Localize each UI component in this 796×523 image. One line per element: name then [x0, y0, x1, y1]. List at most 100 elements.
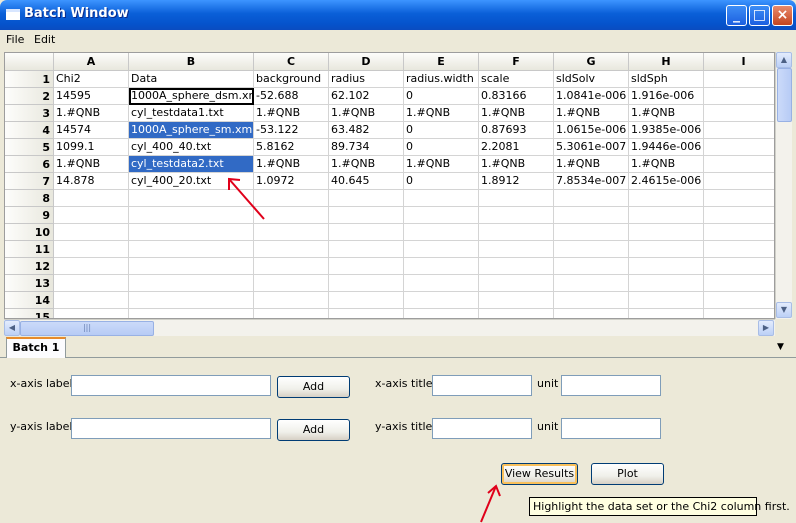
column-header-h[interactable]: H — [629, 53, 704, 71]
grid-cell-h5[interactable]: 1.9446e-006 — [629, 139, 704, 156]
grid-cell-b13[interactable] — [129, 275, 254, 292]
grid-cell-g5[interactable]: 5.3061e-007 — [554, 139, 629, 156]
row-header-10[interactable]: 10 — [5, 224, 54, 241]
row-header-2[interactable]: 2 — [5, 88, 54, 105]
grid-cell-h3[interactable]: 1.#QNB — [629, 105, 704, 122]
grid-cell-h15[interactable] — [629, 309, 704, 318]
menu-file[interactable]: File — [6, 33, 24, 46]
grid-cell-g11[interactable] — [554, 241, 629, 258]
grid-cell-g9[interactable] — [554, 207, 629, 224]
close-button[interactable]: × — [772, 5, 793, 26]
grid-cell-i4[interactable] — [704, 122, 774, 139]
grid-cell-i2[interactable] — [704, 88, 774, 105]
grid-cell-f15[interactable] — [479, 309, 554, 318]
grid-cell-a14[interactable] — [54, 292, 129, 309]
grid-cell-e6[interactable]: 1.#QNB — [404, 156, 479, 173]
grid-cell-e14[interactable] — [404, 292, 479, 309]
row-header-5[interactable]: 5 — [5, 139, 54, 156]
scroll-down-button[interactable]: ▼ — [776, 302, 792, 318]
grid-cell-f9[interactable] — [479, 207, 554, 224]
grid-cell-b11[interactable] — [129, 241, 254, 258]
grid-cell-a12[interactable] — [54, 258, 129, 275]
grid-cell-d11[interactable] — [329, 241, 404, 258]
grid-cell-f2[interactable]: 0.83166 — [479, 88, 554, 105]
grid-cell-f4[interactable]: 0.87693 — [479, 122, 554, 139]
grid-cell-d4[interactable]: 63.482 — [329, 122, 404, 139]
grid-cell-f7[interactable]: 1.8912 — [479, 173, 554, 190]
row-header-1[interactable]: 1 — [5, 71, 54, 88]
maximize-button[interactable]: □ — [749, 5, 770, 26]
grid-cell-c9[interactable] — [254, 207, 329, 224]
grid-cell-b1[interactable]: Data — [129, 71, 254, 88]
grid-cell-g12[interactable] — [554, 258, 629, 275]
grid-cell-g3[interactable]: 1.#QNB — [554, 105, 629, 122]
x-unit-input[interactable] — [561, 375, 661, 396]
grid-cell-f12[interactable] — [479, 258, 554, 275]
column-header-f[interactable]: F — [479, 53, 554, 71]
grid-cell-h4[interactable]: 1.9385e-006 — [629, 122, 704, 139]
grid-cell-g1[interactable]: sldSolv — [554, 71, 629, 88]
grid-cell-a10[interactable] — [54, 224, 129, 241]
grid-cell-f14[interactable] — [479, 292, 554, 309]
row-header-14[interactable]: 14 — [5, 292, 54, 309]
minimize-button[interactable]: _ — [726, 5, 747, 26]
grid-cell-h6[interactable]: 1.#QNB — [629, 156, 704, 173]
grid-cell-e1[interactable]: radius.width — [404, 71, 479, 88]
row-header-15[interactable]: 15 — [5, 309, 54, 318]
grid-cell-g15[interactable] — [554, 309, 629, 318]
grid-cell-i6[interactable] — [704, 156, 774, 173]
grid-cell-i3[interactable] — [704, 105, 774, 122]
grid-cell-i8[interactable] — [704, 190, 774, 207]
grid-cell-f6[interactable]: 1.#QNB — [479, 156, 554, 173]
grid-cell-c4[interactable]: -53.122 — [254, 122, 329, 139]
grid-cell-e13[interactable] — [404, 275, 479, 292]
column-header-a[interactable]: A — [54, 53, 129, 71]
grid-cell-h12[interactable] — [629, 258, 704, 275]
grid-cell-a2[interactable]: 14595 — [54, 88, 129, 105]
column-header-g[interactable]: G — [554, 53, 629, 71]
grid-cell-e15[interactable] — [404, 309, 479, 318]
grid-corner[interactable] — [5, 53, 54, 71]
grid-cell-b14[interactable] — [129, 292, 254, 309]
grid-cell-e4[interactable]: 0 — [404, 122, 479, 139]
grid-cell-i12[interactable] — [704, 258, 774, 275]
grid-cell-a3[interactable]: 1.#QNB — [54, 105, 129, 122]
grid-cell-e3[interactable]: 1.#QNB — [404, 105, 479, 122]
horizontal-scroll-thumb[interactable]: ||| — [20, 321, 154, 336]
grid-cell-g8[interactable] — [554, 190, 629, 207]
grid-cell-f8[interactable] — [479, 190, 554, 207]
grid-cell-a4[interactable]: 14574 — [54, 122, 129, 139]
grid-cell-b2[interactable]: 1000A_sphere_dsm.xml — [129, 88, 254, 105]
x-axis-add-button[interactable]: Add — [277, 376, 350, 398]
grid-cell-c11[interactable] — [254, 241, 329, 258]
grid-cell-d8[interactable] — [329, 190, 404, 207]
row-header-4[interactable]: 4 — [5, 122, 54, 139]
plot-button[interactable]: Plot — [591, 463, 664, 485]
grid-cell-h2[interactable]: 1.916e-006 — [629, 88, 704, 105]
scroll-right-button[interactable]: ▶ — [758, 320, 774, 336]
grid-cell-e5[interactable]: 0 — [404, 139, 479, 156]
x-axis-label-input[interactable] — [71, 375, 271, 396]
scroll-up-button[interactable]: ▲ — [776, 52, 792, 68]
grid-cell-b3[interactable]: cyl_testdata1.txt — [129, 105, 254, 122]
grid-cell-i9[interactable] — [704, 207, 774, 224]
grid-cell-d10[interactable] — [329, 224, 404, 241]
scroll-left-button[interactable]: ◀ — [4, 320, 20, 336]
grid-cell-c14[interactable] — [254, 292, 329, 309]
grid-cell-h14[interactable] — [629, 292, 704, 309]
column-header-d[interactable]: D — [329, 53, 404, 71]
grid-cell-e11[interactable] — [404, 241, 479, 258]
grid-cell-e9[interactable] — [404, 207, 479, 224]
grid-cell-d9[interactable] — [329, 207, 404, 224]
grid-cell-g7[interactable]: 7.8534e-007 — [554, 173, 629, 190]
grid-cell-e10[interactable] — [404, 224, 479, 241]
column-header-c[interactable]: C — [254, 53, 329, 71]
grid-cell-e8[interactable] — [404, 190, 479, 207]
grid-cell-g2[interactable]: 1.0841e-006 — [554, 88, 629, 105]
grid-cell-d5[interactable]: 89.734 — [329, 139, 404, 156]
grid-cell-b5[interactable]: cyl_400_40.txt — [129, 139, 254, 156]
grid-cell-c7[interactable]: 1.0972 — [254, 173, 329, 190]
y-axis-label-input[interactable] — [71, 418, 271, 439]
grid-cell-b6[interactable]: cyl_testdata2.txt — [129, 156, 254, 173]
row-header-13[interactable]: 13 — [5, 275, 54, 292]
